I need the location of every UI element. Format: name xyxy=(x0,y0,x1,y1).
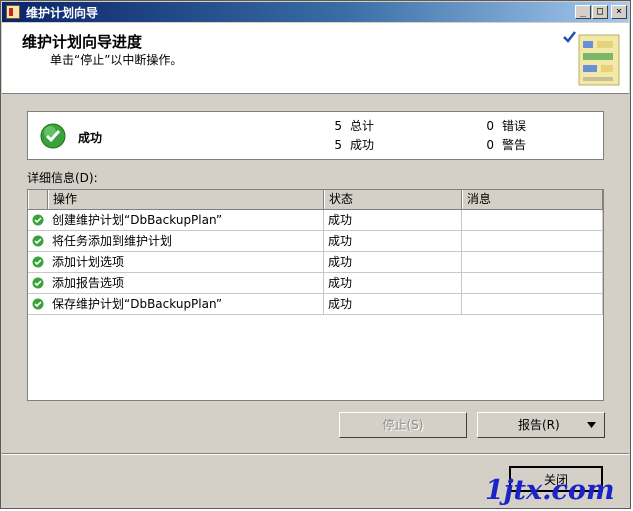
cell-action: 创建维护计划“DbBackupPlan” xyxy=(48,210,324,230)
success-icon xyxy=(32,298,44,310)
cell-status: 成功 xyxy=(324,294,462,314)
success-icon xyxy=(32,235,44,247)
maximize-button[interactable]: □ xyxy=(592,5,608,19)
close-window-button[interactable]: × xyxy=(611,5,627,19)
details-grid[interactable]: 操作 状态 消息 创建维护计划“DbBackupPlan” 成功 将任务添加到维… xyxy=(27,189,604,401)
report-button-label: 报告(R) xyxy=(518,418,560,432)
wizard-window: 维护计划向导 _ □ × 维护计划向导进度 单击“停止”以中断操作。 成功 5总… xyxy=(0,0,631,509)
success-icon xyxy=(32,256,44,268)
summary-panel: 成功 5 总计 5 成功 0 错误 0 警告 xyxy=(27,111,604,160)
window-title: 维护计划向导 xyxy=(26,6,99,20)
wizard-header: 维护计划向导进度 单击“停止”以中断操作。 xyxy=(2,23,629,94)
col-header-status[interactable]: 状态 xyxy=(324,190,462,209)
wizard-checklist-icon xyxy=(563,31,620,86)
report-button[interactable]: 报告(R) xyxy=(477,412,605,438)
success-check-icon xyxy=(40,123,66,149)
table-row[interactable]: 添加计划选项 成功 xyxy=(28,252,603,273)
col-header-message[interactable]: 消息 xyxy=(462,190,603,209)
cell-action: 保存维护计划“DbBackupPlan” xyxy=(48,294,324,314)
cell-status: 成功 xyxy=(324,231,462,251)
cell-status: 成功 xyxy=(324,273,462,293)
success-icon xyxy=(32,277,44,289)
page-subtitle: 单击“停止”以中断操作。 xyxy=(50,53,183,67)
watermark-text: 1jtx.com xyxy=(485,475,615,506)
success-stat: 5 成功 xyxy=(334,138,375,152)
page-title: 维护计划向导进度 xyxy=(22,33,143,51)
total-stat: 5 总计 xyxy=(334,119,375,133)
cell-action: 添加计划选项 xyxy=(48,252,324,272)
dropdown-arrow-icon[interactable] xyxy=(587,422,596,428)
cell-status: 成功 xyxy=(324,252,462,272)
cell-status: 成功 xyxy=(324,210,462,230)
table-row[interactable]: 将任务添加到维护计划 成功 xyxy=(28,231,603,252)
cell-message xyxy=(462,294,603,314)
cell-message xyxy=(462,252,603,272)
cell-message xyxy=(462,210,603,230)
title-bar[interactable]: 维护计划向导 _ □ × xyxy=(2,2,629,22)
table-row[interactable]: 创建维护计划“DbBackupPlan” 成功 xyxy=(28,210,603,231)
col-header-action[interactable]: 操作 xyxy=(48,190,324,209)
stop-button[interactable]: 停止(S) xyxy=(339,412,467,438)
minimize-button[interactable]: _ xyxy=(575,5,591,19)
app-icon xyxy=(6,5,20,19)
grid-header: 操作 状态 消息 xyxy=(28,190,603,210)
table-row[interactable]: 添加报告选项 成功 xyxy=(28,273,603,294)
details-label: 详细信息(D): xyxy=(27,171,98,185)
cell-action: 添加报告选项 xyxy=(48,273,324,293)
cell-action: 将任务添加到维护计划 xyxy=(48,231,324,251)
cell-message xyxy=(462,273,603,293)
error-stat: 0 错误 xyxy=(486,119,527,133)
col-header-icon xyxy=(28,190,48,209)
cell-message xyxy=(462,231,603,251)
success-icon xyxy=(32,214,44,226)
footer-separator xyxy=(2,453,629,455)
summary-status: 成功 xyxy=(78,131,103,145)
table-row[interactable]: 保存维护计划“DbBackupPlan” 成功 xyxy=(28,294,603,315)
warning-stat: 0 警告 xyxy=(486,138,527,152)
